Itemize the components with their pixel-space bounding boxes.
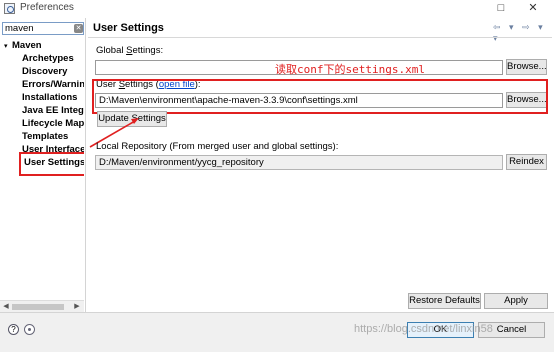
local-repository-field: D:/Maven/environment/yycg_repository bbox=[95, 155, 503, 170]
apply-button[interactable]: Apply bbox=[484, 293, 548, 309]
help-icon[interactable]: ? bbox=[8, 324, 19, 335]
reindex-button[interactable]: Reindex bbox=[506, 154, 547, 170]
import-export-icon[interactable] bbox=[24, 324, 35, 335]
local-repository-label: Local Repository (From merged user and g… bbox=[96, 141, 339, 152]
watermark-text: https://blog.csdn.net/linxin58 bbox=[354, 323, 493, 335]
restore-defaults-button[interactable]: Restore Defaults bbox=[408, 293, 481, 309]
